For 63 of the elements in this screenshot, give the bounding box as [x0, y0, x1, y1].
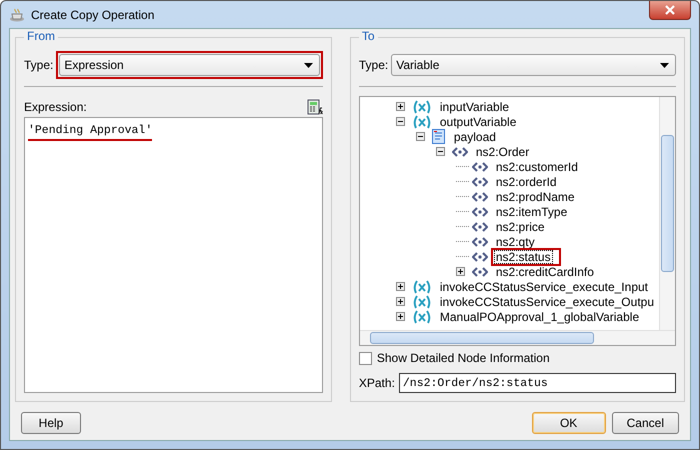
type-label: Type:	[24, 58, 54, 72]
tree-node[interactable]: ns2:prodName	[494, 190, 577, 204]
dropdown-arrow-icon	[304, 62, 313, 68]
variable-icon	[412, 294, 432, 308]
tree-node[interactable]: invokeCCStatusService_execute_Outpu	[438, 294, 656, 308]
coffee-cup-icon	[9, 8, 25, 22]
tree-node[interactable]: ns2:status	[494, 250, 553, 264]
expression-label: Expression:	[24, 100, 87, 114]
tree-node[interactable]: invokeCCStatusService_execute_Input	[438, 280, 650, 294]
element-icon	[472, 266, 488, 276]
tree-node[interactable]: ns2:price	[494, 220, 547, 234]
tree-node[interactable]: ManualPOApproval_1_globalVariable	[438, 310, 642, 324]
vertical-scrollbar[interactable]	[659, 97, 675, 330]
element-icon	[452, 146, 468, 156]
group-legend: From	[24, 29, 58, 43]
dropdown-arrow-icon	[660, 62, 669, 68]
tree-node[interactable]: inputVariable	[438, 100, 512, 114]
expand-icon[interactable]	[456, 267, 465, 276]
group-legend: To	[358, 29, 378, 43]
expand-icon[interactable]	[396, 102, 405, 111]
window-title: Create Copy Operation	[31, 8, 154, 22]
tree-node[interactable]: ns2:orderId	[494, 174, 559, 188]
tree-node[interactable]: outputVariable	[438, 114, 518, 128]
type-label: Type:	[358, 58, 388, 72]
calculator-icon[interactable]	[306, 99, 323, 115]
tree-node[interactable]: ns2:itemType	[494, 204, 570, 218]
type-dropdown[interactable]: Expression	[59, 54, 320, 76]
variable-icon	[412, 280, 432, 294]
xpath-label: XPath:	[358, 376, 395, 390]
element-icon	[472, 192, 488, 202]
variable-icon	[412, 100, 432, 114]
tree-node[interactable]: payload	[452, 130, 498, 144]
variable-icon	[412, 310, 432, 324]
type-dropdown[interactable]: Variable	[391, 54, 676, 76]
element-icon	[472, 162, 488, 172]
document-icon	[432, 129, 446, 144]
element-icon	[472, 236, 488, 246]
horizontal-scrollbar[interactable]	[360, 330, 675, 345]
close-button[interactable]	[649, 1, 691, 20]
xpath-field[interactable]: /ns2:Order/ns2:status	[398, 373, 676, 393]
ok-button[interactable]: OK	[532, 412, 606, 434]
tree-node[interactable]: ns2:qty	[494, 234, 537, 248]
element-icon	[472, 252, 488, 262]
help-button[interactable]: Help	[21, 412, 81, 434]
collapse-icon[interactable]	[436, 147, 445, 156]
close-icon	[665, 5, 675, 15]
expand-icon[interactable]	[396, 282, 405, 291]
expand-icon[interactable]	[396, 297, 405, 306]
expand-icon[interactable]	[396, 312, 405, 321]
cancel-button[interactable]: Cancel	[612, 412, 679, 434]
variable-icon	[412, 114, 432, 128]
collapse-icon[interactable]	[396, 117, 405, 126]
expression-text: 'Pending Approval'	[28, 124, 152, 141]
element-icon	[472, 222, 488, 232]
checkbox[interactable]	[358, 352, 372, 364]
checkbox-label[interactable]: Show Detailed Node Information	[376, 351, 550, 365]
expression-field[interactable]: 'Pending Approval'	[24, 117, 323, 393]
tree-node[interactable]: ns2:creditCardInfo	[494, 264, 596, 278]
element-icon	[472, 206, 488, 216]
tree-node[interactable]: ns2:Order	[474, 144, 532, 158]
element-icon	[472, 176, 488, 186]
tree-node[interactable]: ns2:customerId	[494, 160, 580, 174]
collapse-icon[interactable]	[416, 132, 425, 141]
